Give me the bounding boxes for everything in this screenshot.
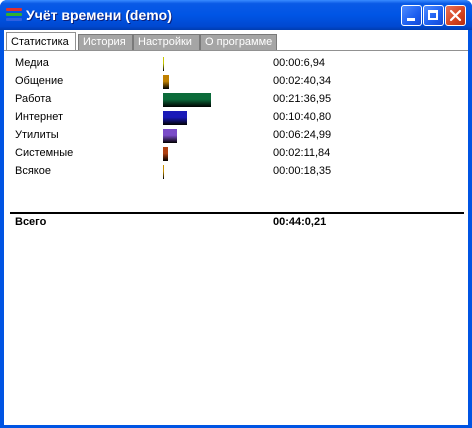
category-time: 00:02:40,34 — [273, 75, 332, 87]
category-time: 00:10:40,80 — [273, 111, 332, 123]
category-time: 00:00:18,35 — [273, 165, 332, 177]
category-name: Системные — [15, 147, 74, 159]
maximize-button[interactable] — [423, 5, 444, 26]
tab-statistics[interactable]: Статистика — [6, 32, 76, 52]
stats-row: Всякое 00:00:18,35 — [4, 163, 468, 180]
tab-settings[interactable]: Настройки — [133, 34, 200, 50]
stats-row: Интернет 00:10:40,80 — [4, 109, 468, 126]
time-share-bar — [163, 129, 177, 143]
time-share-bar — [163, 111, 187, 125]
time-share-bar — [163, 75, 169, 89]
stats-row: Работа 00:21:36,95 — [4, 91, 468, 108]
tab-history[interactable]: История — [78, 34, 133, 50]
tab-strip: Статистика История Настройки О программе — [4, 30, 468, 52]
category-time: 00:21:36,95 — [273, 93, 332, 105]
client-area: Статистика История Настройки О программе… — [4, 30, 468, 425]
total-label: Всего — [15, 216, 47, 228]
stats-row: Системные 00:02:11,84 — [4, 145, 468, 162]
stats-row: Медиа 00:00:6,94 — [4, 55, 468, 72]
tab-about[interactable]: О программе — [200, 34, 277, 50]
category-name: Работа — [15, 93, 52, 105]
category-name: Общение — [15, 75, 64, 87]
statistics-panel: Медиа 00:00:6,94 Общение 00:02:40,34 Работа 0… — [4, 50, 468, 425]
title-bar[interactable]: Учёт времени (demo) — [0, 0, 472, 30]
total-time: 00:44:0,21 — [273, 216, 327, 228]
time-share-bar — [163, 93, 211, 107]
category-time: 00:06:24,99 — [273, 129, 332, 141]
close-button[interactable] — [445, 5, 466, 26]
time-share-bar — [163, 165, 164, 179]
total-row: Всего 00:44:0,21 — [4, 214, 468, 231]
close-icon — [449, 9, 462, 22]
category-name: Утилиты — [15, 129, 59, 141]
maximize-icon — [428, 10, 438, 20]
category-name: Интернет — [15, 111, 63, 123]
stats-row: Общение 00:02:40,34 — [4, 73, 468, 90]
category-time: 00:00:6,94 — [273, 57, 325, 69]
category-name: Медиа — [15, 57, 49, 69]
minimize-button[interactable] — [401, 5, 422, 26]
app-window: Учёт времени (demo) Статистика История Н… — [0, 0, 472, 428]
app-icon — [6, 8, 22, 22]
window-title: Учёт времени (demo) — [26, 7, 172, 23]
category-time: 00:02:11,84 — [273, 147, 331, 159]
time-share-bar — [163, 147, 168, 161]
category-name: Всякое — [15, 165, 51, 177]
minimize-icon — [407, 18, 415, 21]
time-share-bar — [163, 57, 164, 71]
stats-row: Утилиты 00:06:24,99 — [4, 127, 468, 144]
